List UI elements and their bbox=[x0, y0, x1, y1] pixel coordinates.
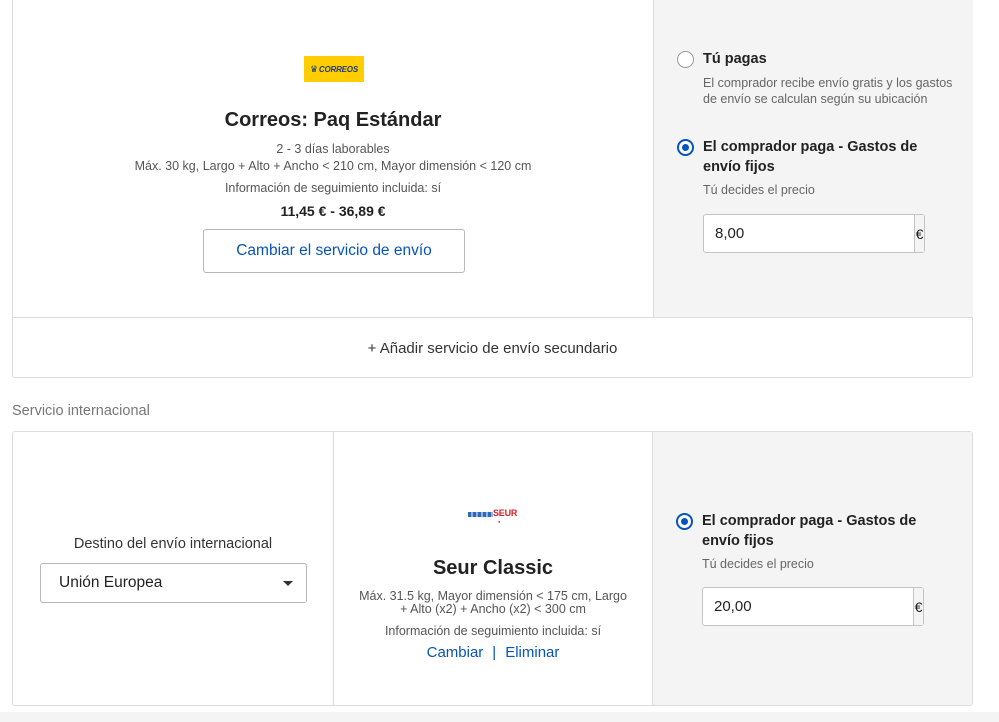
international-service-title: Seur Classic bbox=[432, 557, 554, 579]
domestic-price-input[interactable] bbox=[704, 215, 914, 252]
destination-label: Destino del envío internacional bbox=[73, 536, 273, 552]
international-service-info: SEUR ● Seur Classic Máx. 31.5 kg, Mayor … bbox=[334, 432, 653, 705]
euro-suffix: € bbox=[913, 588, 923, 625]
domestic-service-info: ♛ CORREOS Correos: Paq Estándar 2 - 3 dí… bbox=[13, 0, 653, 317]
international-cost-options: El comprador paga - Gastos de envío fijo… bbox=[653, 432, 972, 705]
correos-logo: ♛ CORREOS bbox=[304, 56, 364, 82]
domestic-price-range: 11,45 € - 36,89 € bbox=[280, 203, 386, 219]
correos-logo-text: CORREOS bbox=[318, 64, 358, 74]
radio-buyer-pays-domestic[interactable] bbox=[677, 139, 694, 156]
delete-link[interactable]: Eliminar bbox=[505, 644, 559, 661]
intl-buyer-pays-title-1: El comprador paga - Gastos de bbox=[702, 513, 917, 529]
radio-you-pay[interactable] bbox=[677, 51, 694, 68]
change-link[interactable]: Cambiar bbox=[427, 644, 484, 661]
seur-stripes-icon bbox=[468, 512, 493, 517]
domestic-shipping-panel: ♛ CORREOS Correos: Paq Estándar 2 - 3 dí… bbox=[12, 0, 973, 378]
you-pay-description-1: El comprador recibe envío gratis y los g… bbox=[703, 76, 953, 90]
intl-buyer-pays-title-2: envío fijos bbox=[702, 533, 774, 549]
destination-column: Destino del envío internacional Unión Eu… bbox=[13, 432, 334, 705]
you-pay-title: Tú pagas bbox=[703, 51, 767, 67]
seur-dot-icon: ● bbox=[498, 519, 501, 524]
change-shipping-service-button[interactable]: Cambiar el servicio de envío bbox=[203, 229, 465, 273]
buyer-pays-description: Tú decides el precio bbox=[703, 183, 815, 197]
link-separator: | bbox=[492, 644, 497, 661]
domestic-delivery-time: 2 - 3 días laborables bbox=[276, 142, 390, 156]
destination-value: Unión Europea bbox=[59, 574, 163, 591]
shipping-page: ♛ CORREOS Correos: Paq Estándar 2 - 3 dí… bbox=[0, 0, 999, 722]
international-price-field: € bbox=[702, 587, 924, 626]
service-links: Cambiar | Eliminar bbox=[334, 644, 652, 661]
domestic-cost-options: Tú pagas El comprador recibe envío grati… bbox=[653, 0, 973, 317]
buyer-pays-title-1: El comprador paga - Gastos de bbox=[703, 139, 918, 155]
radio-buyer-pays-international[interactable] bbox=[676, 513, 693, 530]
destination-select[interactable]: Unión Europea bbox=[40, 563, 307, 603]
international-price-input[interactable] bbox=[703, 588, 913, 625]
international-section-label: Servicio internacional bbox=[12, 403, 150, 419]
correos-crown-icon: ♛ bbox=[310, 63, 318, 74]
caret-down-icon bbox=[283, 581, 293, 586]
intl-buyer-pays-description: Tú decides el precio bbox=[702, 557, 814, 571]
buyer-pays-title-2: envío fijos bbox=[703, 159, 775, 175]
domestic-service-title: Correos: Paq Estándar bbox=[224, 109, 442, 131]
euro-suffix: € bbox=[914, 215, 924, 252]
domestic-limits: Máx. 30 kg, Largo + Alto + Ancho < 210 c… bbox=[134, 159, 532, 173]
seur-logo: SEUR ● bbox=[468, 508, 520, 526]
add-secondary-service-button[interactable]: + Añadir servicio de envío secundario bbox=[13, 318, 972, 378]
international-limits-2: + Alto (x2) + Ancho (x2) < 300 cm bbox=[400, 602, 586, 616]
international-tracking: Información de seguimiento incluida: sí bbox=[384, 624, 602, 638]
you-pay-description-2: de envío se calculan según su ubicación bbox=[703, 92, 928, 106]
bottom-strip bbox=[0, 712, 999, 722]
international-shipping-panel: Destino del envío internacional Unión Eu… bbox=[12, 431, 973, 706]
domestic-tracking: Información de seguimiento incluida: sí bbox=[224, 181, 442, 195]
domestic-price-field: € bbox=[703, 214, 925, 253]
seur-logo-text: SEUR bbox=[493, 508, 518, 518]
